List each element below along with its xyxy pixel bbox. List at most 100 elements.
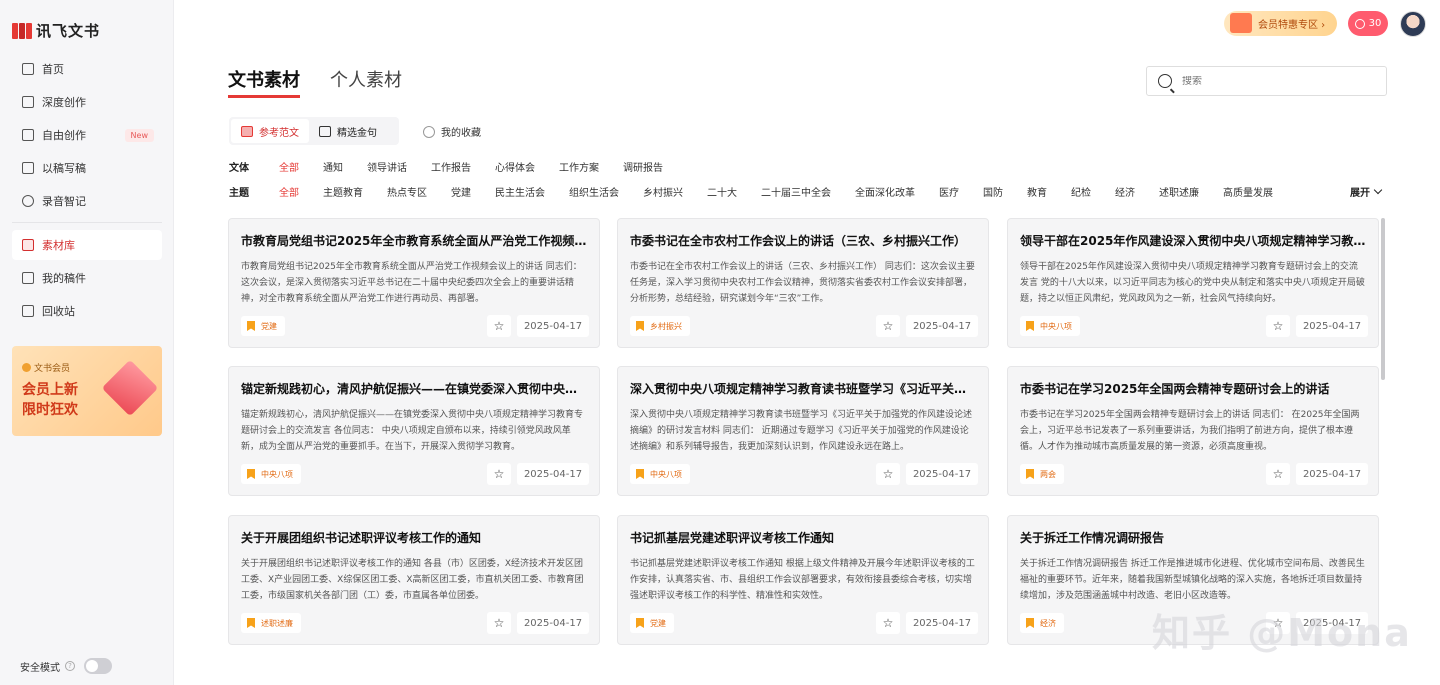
- filter-topic-option[interactable]: 党建: [451, 184, 471, 199]
- card-date: 2025-04-17: [906, 315, 978, 337]
- filter-topic-option[interactable]: 二十大: [707, 184, 737, 199]
- tab-personal-materials[interactable]: 个人素材: [330, 66, 402, 92]
- vip-offer-button[interactable]: 会员特惠专区 ›: [1224, 11, 1337, 36]
- filter-label: 文体: [229, 163, 249, 174]
- card-title[interactable]: 关于开展团组织书记述职评议考核工作的通知: [241, 529, 587, 546]
- filter-topic-option[interactable]: 经济: [1115, 184, 1135, 199]
- filter-topic-option[interactable]: 全部: [279, 184, 299, 199]
- sidebar-item-label: 首页: [42, 63, 64, 76]
- sidebar-item-free-write[interactable]: 自由创作 New: [12, 120, 162, 150]
- safe-mode-toggle[interactable]: [84, 658, 112, 674]
- filter-type-option[interactable]: 心得体会: [495, 159, 535, 174]
- card-title[interactable]: 市委书记在全市农村工作会议上的讲话（三农、乡村振兴工作）: [630, 232, 976, 249]
- bookmark-icon: [247, 618, 255, 628]
- material-card[interactable]: 锚定新规践初心，清风护航促振兴——在镇党委深入贯彻中央八项规定精神学习教育会上的…: [228, 366, 600, 496]
- timer-icon: [1354, 18, 1365, 29]
- card-title[interactable]: 市委书记在学习2025年全国两会精神专题研讨会上的讲话: [1020, 380, 1366, 397]
- favorite-star-button[interactable]: ☆: [487, 612, 511, 634]
- material-card[interactable]: 关于开展团组织书记述职评议考核工作的通知 关于开展团组织书记述职评议考核工作的通…: [228, 515, 600, 645]
- filter-topic-option[interactable]: 医疗: [939, 184, 959, 199]
- material-card[interactable]: 市委书记在学习2025年全国两会精神专题研讨会上的讲话 市委书记在学习2025年…: [1007, 366, 1379, 496]
- material-card[interactable]: 书记抓基层党建述职评议考核工作通知 书记抓基层党建述职评议考核工作通知 根据上级…: [617, 515, 989, 645]
- subtab-reference-essays[interactable]: 参考范文: [231, 119, 309, 143]
- scrollbar[interactable]: [1381, 218, 1385, 380]
- material-card[interactable]: 深入贯彻中央八项规定精神学习教育读书班暨学习《习近平关于加强党的作风建设论述摘编…: [617, 366, 989, 496]
- favorite-star-button[interactable]: ☆: [876, 612, 900, 634]
- subtab-golden-sentences[interactable]: 精选金句: [309, 119, 387, 143]
- filter-topic-option[interactable]: 国防: [983, 184, 1003, 199]
- favorite-star-button[interactable]: ☆: [876, 315, 900, 337]
- card-topic-tag: 两会: [1020, 464, 1064, 484]
- card-title[interactable]: 深入贯彻中央八项规定精神学习教育读书班暨学习《习近平关于加强党的作风建设论述摘编…: [630, 380, 976, 397]
- favorite-star-button[interactable]: ☆: [487, 463, 511, 485]
- filter-type-option[interactable]: 领导讲话: [367, 159, 407, 174]
- sidebar-item-recording[interactable]: 录音智记: [12, 186, 162, 216]
- filter-topic-option[interactable]: 主题教育: [323, 184, 363, 199]
- sidebar-item-home[interactable]: 首页: [12, 54, 162, 84]
- points-badge[interactable]: 30: [1348, 11, 1388, 36]
- filter-topic-option[interactable]: 述职述廉: [1159, 184, 1199, 199]
- sidebar-item-library[interactable]: 素材库: [12, 230, 162, 260]
- sidebar-item-trash[interactable]: 回收站: [12, 296, 162, 326]
- filter-topic-option[interactable]: 热点专区: [387, 184, 427, 199]
- filter-type-option[interactable]: 通知: [323, 159, 343, 174]
- card-topic-tag: 述职述廉: [241, 613, 301, 633]
- sidebar-divider: [12, 222, 162, 223]
- filter-type-option[interactable]: 工作报告: [431, 159, 471, 174]
- bookmark-icon: [1026, 321, 1034, 331]
- filter-topic-option[interactable]: 高质量发展: [1223, 184, 1273, 199]
- card-tag-label: 中央八项: [650, 469, 682, 479]
- promo-title: 会员上新 限时狂欢: [22, 380, 78, 420]
- avatar[interactable]: [1400, 11, 1426, 37]
- material-card[interactable]: 市委书记在全市农村工作会议上的讲话（三农、乡村振兴工作） 市委书记在全市农村工作…: [617, 218, 989, 348]
- my-favorites-radio[interactable]: 我的收藏: [423, 124, 481, 139]
- filter-type-option[interactable]: 工作方案: [559, 159, 599, 174]
- favorite-star-button[interactable]: ☆: [1266, 463, 1290, 485]
- promo-tag-label: 文书会员: [34, 364, 71, 374]
- card-title[interactable]: 锚定新规践初心，清风护航促振兴——在镇党委深入贯彻中央八项规定精神学习教育会上的…: [241, 380, 587, 397]
- tab-document-materials[interactable]: 文书素材: [228, 66, 300, 92]
- filter-topic-option[interactable]: 教育: [1027, 184, 1047, 199]
- sidebar-item-label: 自由创作: [42, 129, 86, 142]
- card-topic-tag: 中央八项: [1020, 316, 1080, 336]
- filter-topic-option[interactable]: 全面深化改革: [855, 184, 915, 199]
- card-topic-tag: 党建: [630, 613, 674, 633]
- card-excerpt: 市教育局党组书记2025年全市教育系统全面从严治党工作视频会议上的讲话 同志们：…: [241, 262, 582, 304]
- logo-text: 讯飞文书: [36, 22, 101, 40]
- filter-topic-option[interactable]: 乡村振兴: [643, 184, 683, 199]
- favorite-star-button[interactable]: ☆: [487, 315, 511, 337]
- material-type-switch: 参考范文 精选金句: [229, 117, 399, 145]
- sidebar-item-draft-from-draft[interactable]: 以稿写稿: [12, 153, 162, 183]
- expand-filters-button[interactable]: 展开: [1350, 184, 1383, 199]
- favorite-star-button[interactable]: ☆: [1266, 315, 1290, 337]
- mic-icon: [22, 195, 34, 207]
- app-logo[interactable]: 讯飞文书: [12, 20, 100, 41]
- filter-type-option[interactable]: 全部: [279, 159, 299, 174]
- filter-type-option[interactable]: 调研报告: [623, 159, 663, 174]
- card-tag-label: 述职述廉: [261, 618, 293, 628]
- help-icon[interactable]: ?: [65, 661, 75, 671]
- card-title[interactable]: 领导干部在2025年作风建设深入贯彻中央八项规定精神学习教育专题研讨会上的发言: [1020, 232, 1366, 249]
- filter-topic-option[interactable]: 民主生活会: [495, 184, 545, 199]
- material-card[interactable]: 市教育局党组书记2025年全市教育系统全面从严治党工作视频会议上的讲话 市教育局…: [228, 218, 600, 348]
- card-topic-tag: 中央八项: [630, 464, 690, 484]
- filter-topic-option[interactable]: 二十届三中全会: [761, 184, 831, 199]
- sidebar-item-my-drafts[interactable]: 我的稿件: [12, 263, 162, 293]
- sidebar-item-deep-write[interactable]: 深度创作: [12, 87, 162, 117]
- card-title[interactable]: 关于拆迁工作情况调研报告: [1020, 529, 1366, 546]
- card-title[interactable]: 书记抓基层党建述职评议考核工作通知: [630, 529, 976, 546]
- sidebar-item-label: 以稿写稿: [42, 162, 86, 175]
- safe-mode: 安全模式 ?: [20, 658, 112, 674]
- filter-topic-option[interactable]: 组织生活会: [569, 184, 619, 199]
- favorite-star-button[interactable]: ☆: [876, 463, 900, 485]
- card-excerpt: 深入贯彻中央八项规定精神学习教育读书班暨学习《习近平关于加强党的作风建设论述摘编…: [630, 410, 973, 452]
- points-value: 30: [1368, 18, 1382, 29]
- member-promo-banner[interactable]: 文书会员 会员上新 限时狂欢: [12, 346, 162, 436]
- favorites-label: 我的收藏: [441, 128, 481, 139]
- card-topic-tag: 乡村振兴: [630, 316, 690, 336]
- search-box[interactable]: [1146, 66, 1387, 96]
- material-card[interactable]: 领导干部在2025年作风建设深入贯彻中央八项规定精神学习教育专题研讨会上的发言 …: [1007, 218, 1379, 348]
- search-input[interactable]: [1182, 75, 1362, 87]
- card-title[interactable]: 市教育局党组书记2025年全市教育系统全面从严治党工作视频会议上的讲话: [241, 232, 587, 249]
- filter-topic-option[interactable]: 纪检: [1071, 184, 1091, 199]
